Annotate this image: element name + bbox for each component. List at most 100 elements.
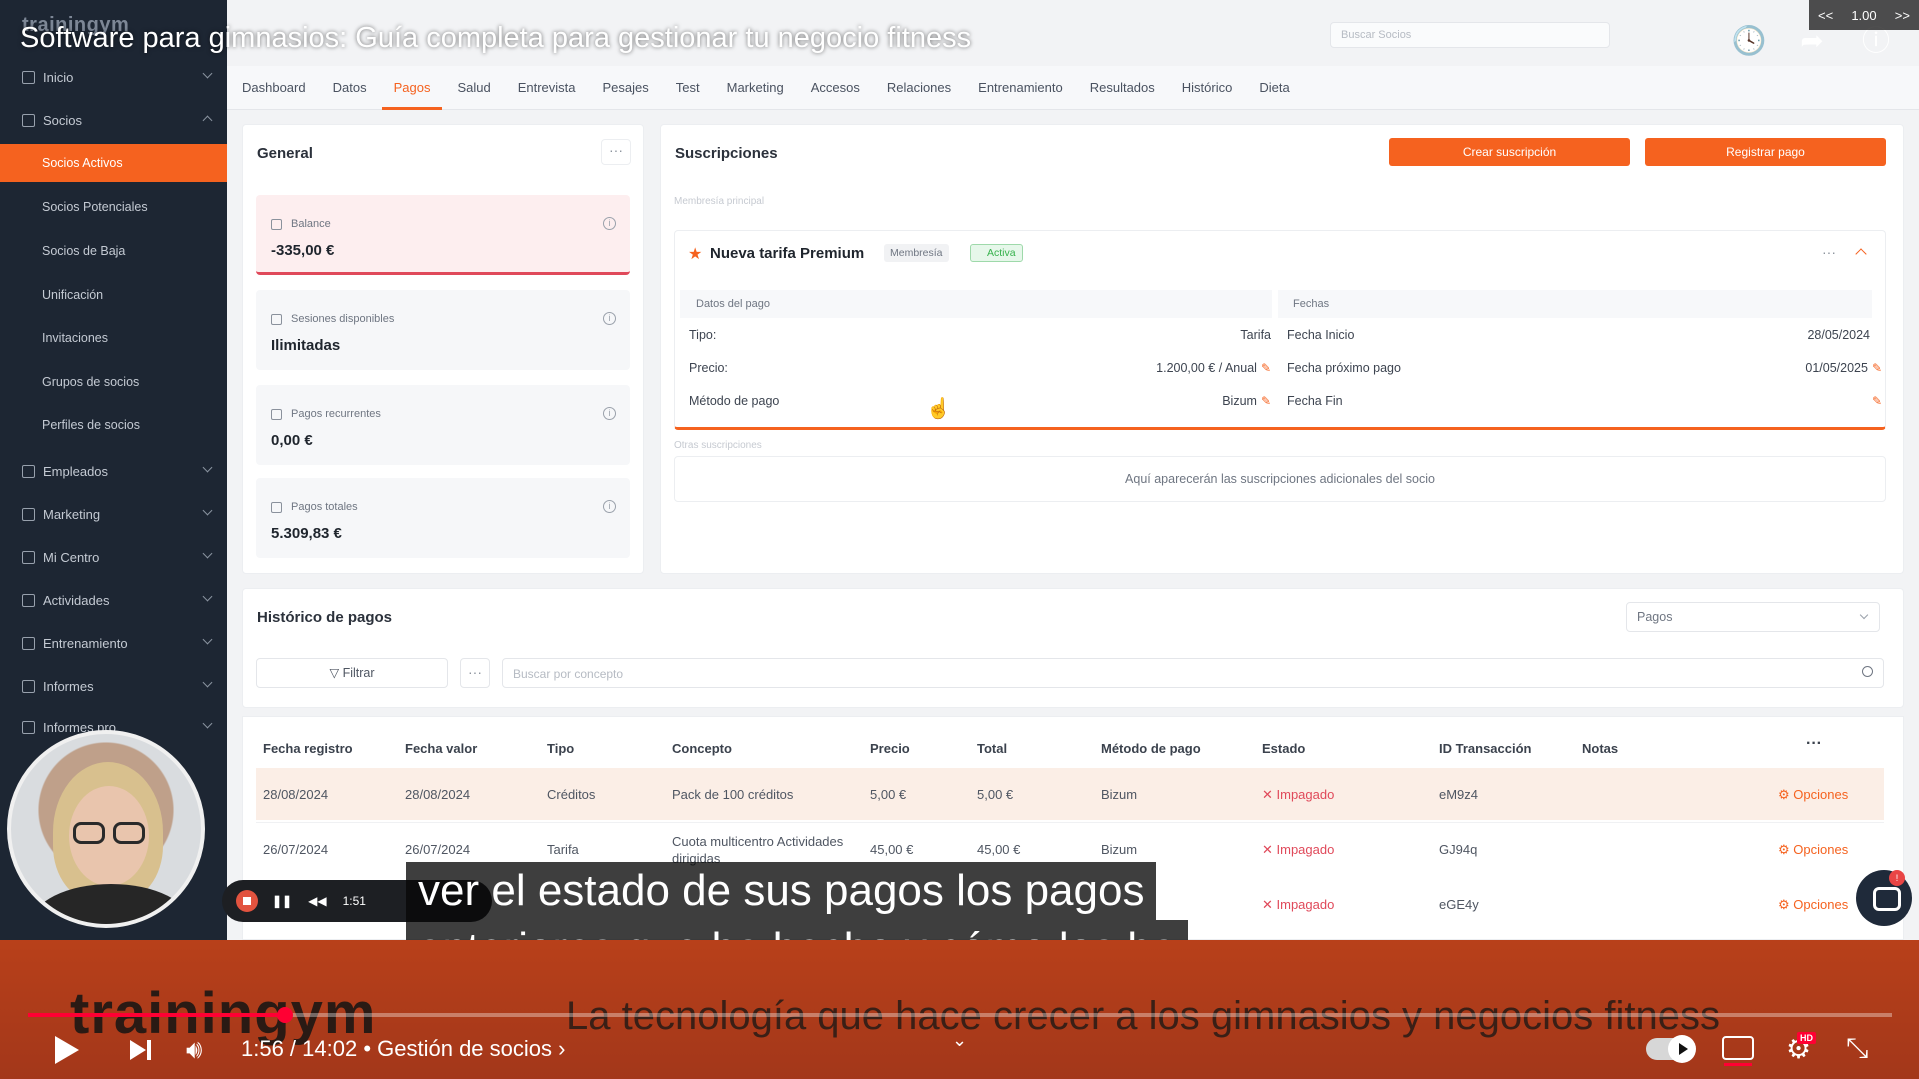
search-icon xyxy=(1862,666,1873,677)
next-icon[interactable] xyxy=(130,1040,146,1060)
filter-button[interactable]: ▽ Filtrar xyxy=(256,658,448,688)
subtitles-button[interactable] xyxy=(1722,1036,1754,1066)
col-id-transaccion[interactable]: ID Transacción xyxy=(1439,741,1531,756)
sidebar-subitem-socios-de-baja[interactable]: Socios de Baja xyxy=(0,232,227,270)
chart-pro-icon xyxy=(22,720,35,734)
columns-more-button[interactable]: ··· xyxy=(1806,735,1822,753)
col-metodo[interactable]: Método de pago xyxy=(1101,741,1201,756)
sidebar-item-empleados[interactable]: Empleados xyxy=(0,452,227,490)
tipo-value: Tarifa xyxy=(1240,328,1271,342)
edit-icon[interactable]: ✎ xyxy=(1872,361,1882,375)
col-tipo[interactable]: Tipo xyxy=(547,741,574,756)
col-concepto[interactable]: Concepto xyxy=(672,741,732,756)
progress-bar[interactable] xyxy=(28,1007,1892,1023)
sidebar-item-entrenamiento[interactable]: Entrenamiento xyxy=(0,624,227,662)
tab-test[interactable]: Test xyxy=(676,66,700,110)
register-payment-button[interactable]: Registrar pago xyxy=(1645,138,1886,166)
tab-salud[interactable]: Salud xyxy=(457,66,490,110)
calendar-icon xyxy=(22,593,35,607)
table-row[interactable] xyxy=(256,768,1884,820)
chevron-down-icon xyxy=(202,718,213,729)
members-icon xyxy=(22,113,35,127)
stop-recording-button[interactable] xyxy=(236,890,258,912)
row-options-button[interactable]: ⚙ Opciones xyxy=(1778,842,1848,858)
speed-down-button[interactable]: << xyxy=(1818,8,1833,23)
col-estado[interactable]: Estado xyxy=(1262,741,1305,756)
sidebar-subitem-perfiles[interactable]: Perfiles de socios xyxy=(0,406,227,444)
precio-value-row: 1.200,00 € / Anual ✎ xyxy=(1156,361,1271,375)
video-title[interactable]: Software para gimnasios: Guía completa p… xyxy=(20,22,971,55)
history-more-button[interactable]: ··· xyxy=(460,658,490,688)
sidebar-subitem-label: Invitaciones xyxy=(42,331,109,345)
main-membership-label: Membresía principal xyxy=(674,196,765,207)
play-icon[interactable] xyxy=(55,1036,79,1064)
rewind-icon[interactable]: ◀◀ xyxy=(308,894,326,908)
edit-icon[interactable]: ✎ xyxy=(1872,394,1882,408)
chevron-down-icon xyxy=(202,634,213,645)
pause-icon[interactable]: ❚❚ xyxy=(272,894,292,908)
sidebar-item-label: Empleados xyxy=(43,463,109,479)
sidebar-item-informes[interactable]: Informes xyxy=(0,667,227,705)
tab-datos[interactable]: Datos xyxy=(333,66,367,110)
info-icon[interactable]: i xyxy=(603,312,616,325)
progress-scrubber[interactable] xyxy=(276,1007,293,1023)
fecha-fin-row: ✎ xyxy=(1868,394,1882,408)
playback-speed-indicator[interactable]: << 1.00 >> xyxy=(1809,0,1919,30)
info-icon[interactable]: i xyxy=(603,217,616,230)
general-more-button[interactable]: ··· xyxy=(601,139,631,165)
volume-icon[interactable]: 🔊︎ xyxy=(186,1034,202,1066)
tab-relaciones[interactable]: Relaciones xyxy=(887,66,951,110)
tab-accesos[interactable]: Accesos xyxy=(811,66,860,110)
sidebar-item-actividades[interactable]: Actividades xyxy=(0,581,227,619)
sidebar-subitem-label: Socios de Baja xyxy=(42,244,126,258)
col-fecha-valor[interactable]: Fecha valor xyxy=(405,741,477,756)
sidebar-subitem-grupos[interactable]: Grupos de socios xyxy=(0,363,227,401)
tab-pagos[interactable]: Pagos xyxy=(381,66,443,110)
watch-later-icon[interactable]: 🕓 xyxy=(1730,22,1768,60)
general-title: General xyxy=(257,145,313,162)
col-fecha-registro[interactable]: Fecha registro xyxy=(263,741,353,756)
plan-more-button[interactable]: ··· xyxy=(1822,244,1836,260)
col-total[interactable]: Total xyxy=(977,741,1007,756)
info-icon[interactable]: i xyxy=(603,407,616,420)
concept-search-input[interactable]: Buscar por concepto xyxy=(502,658,1884,688)
tab-dashboard[interactable]: Dashboard xyxy=(242,66,306,110)
sidebar-item-socios[interactable]: Socios xyxy=(0,101,227,139)
cell-fecha-registro: 28/08/2024 xyxy=(263,787,329,802)
history-type-select[interactable]: Pagos xyxy=(1626,602,1880,632)
tab-historico[interactable]: Histórico xyxy=(1182,66,1233,110)
history-title: Histórico de pagos xyxy=(257,609,393,626)
video-frame[interactable]: trainingym Inicio Socios Socios Activos … xyxy=(0,0,1919,940)
sidebar-subitem-unificacion[interactable]: Unificación xyxy=(0,276,227,314)
exit-fullscreen-icon[interactable]: ⤡ xyxy=(1846,1032,1868,1065)
chevron-down-icon xyxy=(202,505,213,516)
col-notas[interactable]: Notas xyxy=(1582,741,1618,756)
sidebar-item-inicio[interactable]: Inicio xyxy=(0,58,227,96)
tab-pesajes[interactable]: Pesajes xyxy=(603,66,649,110)
sidebar-subitem-invitaciones[interactable]: Invitaciones xyxy=(0,319,227,357)
autoplay-toggle[interactable] xyxy=(1646,1035,1696,1063)
edit-icon[interactable]: ✎ xyxy=(1261,394,1271,408)
chapter-expand-icon[interactable]: ⌄ xyxy=(952,1030,967,1051)
info-icon[interactable]: i xyxy=(603,500,616,513)
cell-fecha-valor: 26/07/2024 xyxy=(405,842,471,857)
tab-entrevista[interactable]: Entrevista xyxy=(518,66,576,110)
speed-up-button[interactable]: >> xyxy=(1895,8,1910,23)
tab-marketing[interactable]: Marketing xyxy=(727,66,784,110)
member-search-input[interactable]: Buscar Socios xyxy=(1330,22,1610,48)
sidebar-item-mi-centro[interactable]: Mi Centro xyxy=(0,538,227,576)
sidebar-subitem-socios-potenciales[interactable]: Socios Potenciales xyxy=(0,188,227,226)
tab-entrenamiento[interactable]: Entrenamiento xyxy=(978,66,1063,110)
col-precio[interactable]: Precio xyxy=(870,741,910,756)
cell-metodo: Bizum xyxy=(1101,842,1138,857)
row-options-button[interactable]: ⚙ Opciones xyxy=(1778,897,1848,913)
row-options-button[interactable]: ⚙ Opciones xyxy=(1778,787,1848,803)
time-display[interactable]: 1:56 / 14:02 • Gestión de socios › xyxy=(241,1036,565,1062)
cell-id: eM9z4 xyxy=(1439,787,1479,802)
edit-icon[interactable]: ✎ xyxy=(1261,361,1271,375)
tab-dieta[interactable]: Dieta xyxy=(1259,66,1289,110)
tab-resultados[interactable]: Resultados xyxy=(1090,66,1155,110)
sidebar-subitem-socios-activos[interactable]: Socios Activos xyxy=(0,144,227,182)
create-subscription-button[interactable]: Crear suscripción xyxy=(1389,138,1630,166)
sidebar-item-marketing[interactable]: Marketing xyxy=(0,495,227,533)
